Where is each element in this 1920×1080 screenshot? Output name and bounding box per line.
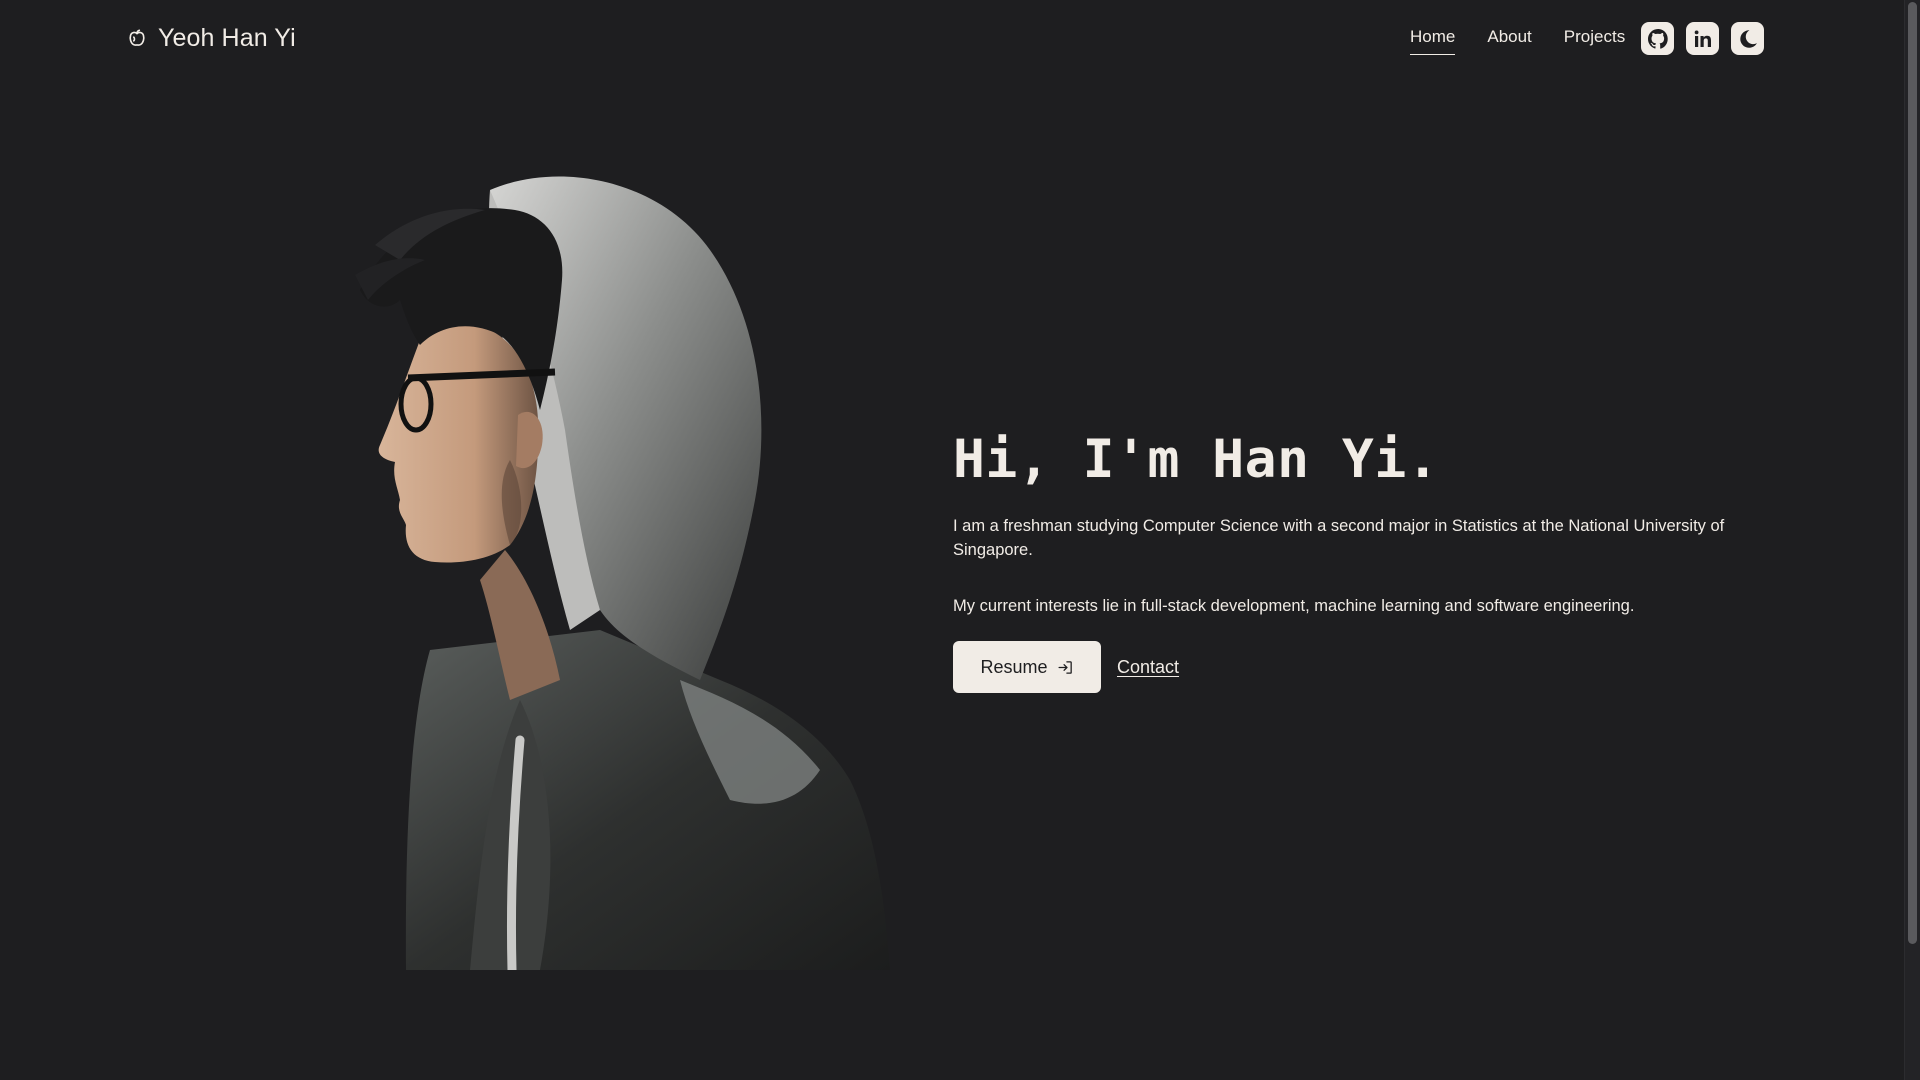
linkedin-button[interactable] [1686,22,1720,55]
scrollbar-thumb[interactable] [1908,2,1917,944]
nav-home[interactable]: Home [1410,23,1456,55]
moon-icon [1740,29,1757,48]
github-button[interactable] [1641,22,1675,55]
hero-title: Hi, I'm Han Yi. [953,429,1440,490]
page: Yeoh Han Yi Home About Projects Hi, I'm … [0,0,1920,1080]
hero-section: Hi, I'm Han Yi. I am a freshman studying… [953,420,1753,693]
nav-about[interactable]: About [1487,23,1531,54]
hero-interests-text: My current interests lie in full-stack d… [953,597,1635,615]
hero-actions: Resume Contact [953,641,1753,693]
apple-core-icon [126,28,148,50]
resume-button[interactable]: Resume [953,641,1101,693]
hero-intro-text: I am a freshman studying Computer Scienc… [953,517,1725,559]
resume-button-label: Resume [980,656,1048,677]
theme-toggle-button[interactable] [1731,22,1765,55]
profile-illustration [300,160,900,975]
github-icon [1647,28,1668,49]
brand-link[interactable]: Yeoh Han Yi [126,24,296,53]
linkedin-icon [1694,30,1711,47]
main-nav: Home About Projects [1410,22,1765,55]
page-scrollbar[interactable] [1904,0,1920,1080]
nav-projects[interactable]: Projects [1564,23,1625,54]
brand-name: Yeoh Han Yi [158,24,296,52]
site-header: Yeoh Han Yi Home About Projects [0,0,1905,82]
contact-link[interactable]: Contact [1117,657,1179,678]
sign-in-icon [1058,660,1072,674]
